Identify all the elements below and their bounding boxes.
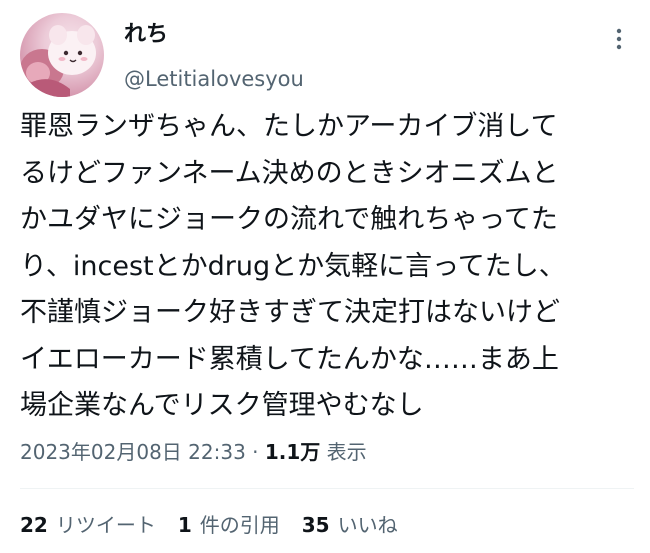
likes-stat[interactable]: 35 いいね [302,508,398,542]
author-name[interactable]: れち [124,20,168,50]
meta-separator: · [252,440,259,464]
timestamp-link[interactable]: 2023年02月08日 22:33 [20,440,246,464]
quotes-label: 件の引用 [199,513,280,537]
retweets-count: 22 [20,513,48,537]
more-vertical-icon [616,28,622,50]
quotes-stat[interactable]: 1 件の引用 [178,508,280,542]
tweet-text: 罪恩ランザちゃん、たしかアーカイブ消して るけどファンネーム決めのときシオニズム… [20,111,566,421]
tweet-meta: 2023年02月08日 22:33 · 1.1万 表示 [20,435,367,469]
engagement-stats: 22 リツイート 1 件の引用 35 いいね [20,508,398,542]
avatar-plush-icon [20,25,96,97]
divider [20,488,634,489]
more-options-button[interactable] [604,24,634,54]
retweets-stat[interactable]: 22 リツイート [20,508,156,542]
likes-count: 35 [301,513,330,537]
views-label: 表示 [326,440,367,464]
tweet-detail: れち @Letitialovesyou 罪恩ランザちゃん、たしかアーカイブ消して… [0,0,650,553]
likes-label: いいね [337,513,398,537]
quotes-count: 1 [177,513,192,537]
retweets-label: リツイート [55,513,156,537]
views-count: 1.1万 [264,440,321,464]
avatar[interactable] [20,13,104,97]
author-handle[interactable]: @Letitialovesyou [124,64,304,94]
